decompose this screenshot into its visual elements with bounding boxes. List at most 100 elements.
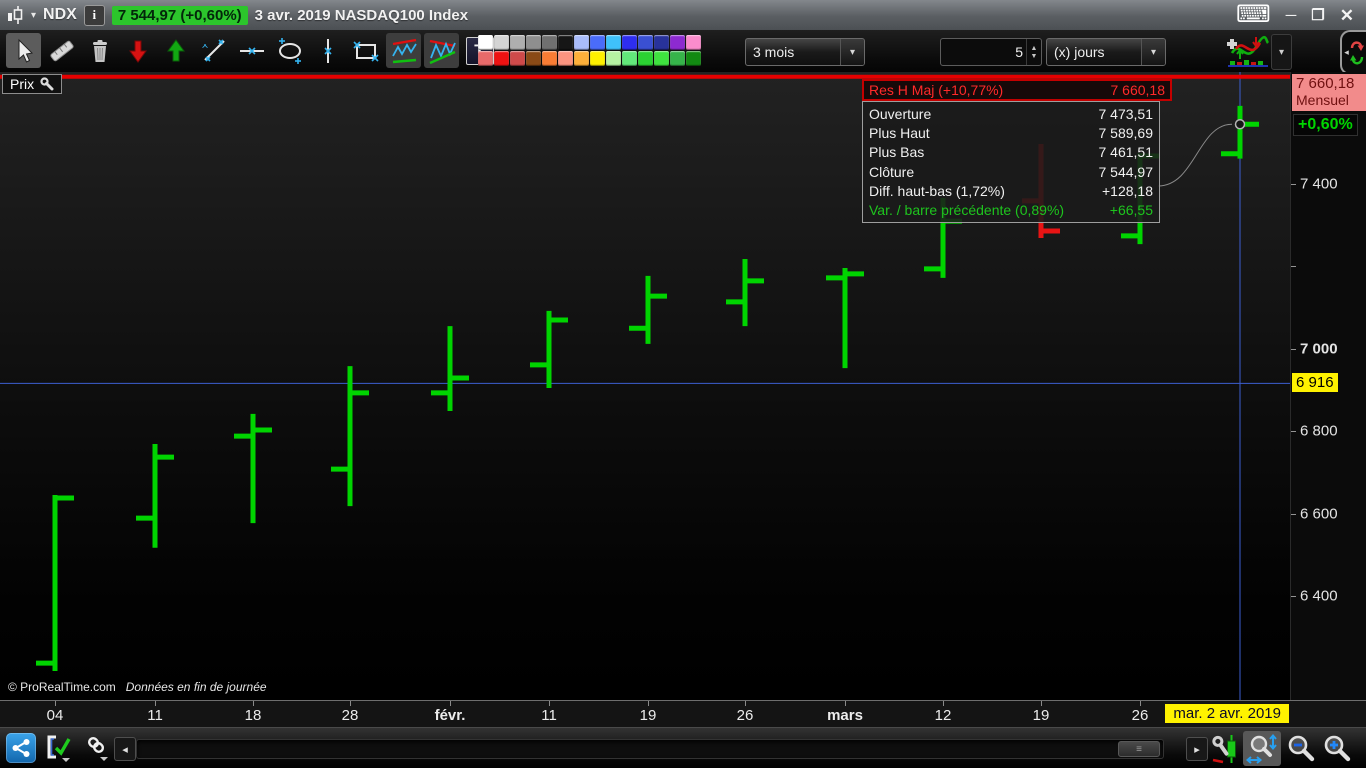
color-swatch[interactable] (606, 35, 621, 50)
vertical-line-tool-button[interactable] (310, 33, 345, 68)
tooltip-row-value: 7 589,69 (1098, 124, 1154, 141)
color-swatch[interactable] (494, 51, 509, 66)
candlestick-icon[interactable] (7, 5, 24, 25)
zoom-in-icon (1324, 735, 1350, 761)
color-swatch[interactable] (510, 35, 525, 50)
tooltip-row-label: Plus Bas (869, 144, 925, 161)
trendline-tool-button[interactable] (196, 33, 231, 68)
color-swatch[interactable] (558, 51, 573, 66)
spin-down-icon[interactable]: ▼ (1031, 53, 1038, 60)
restore-button[interactable]: ❐ (1311, 8, 1324, 23)
color-swatch[interactable] (622, 35, 637, 50)
color-swatch[interactable] (670, 35, 685, 50)
side-panel-toggle[interactable]: ◂ (1340, 30, 1366, 75)
time-axis-tick (350, 701, 351, 706)
indicator-waves-icon (1227, 35, 1270, 67)
time-axis-tick (549, 701, 550, 706)
fan-tool-button[interactable] (424, 33, 459, 68)
price-axis[interactable]: 7 660,18 Mensuel +0,60% 6 916 7 400 7 000… (1290, 72, 1366, 700)
spin-up-icon[interactable]: ▲ (1031, 45, 1038, 52)
fan-lines-icon (429, 39, 456, 64)
color-swatch[interactable] (686, 35, 701, 50)
color-swatch[interactable] (574, 51, 589, 66)
price-axis-label: 7 000 (1300, 340, 1338, 358)
share-button[interactable] (6, 733, 36, 763)
indicator-dropdown-caret[interactable]: ▾ (1271, 34, 1292, 70)
add-indicator-button[interactable] (1225, 34, 1271, 68)
time-axis-label: mars (827, 707, 863, 724)
bar-size-stepper[interactable]: ▲ ▼ (940, 38, 1042, 66)
color-swatch[interactable] (670, 51, 685, 66)
color-swatch[interactable] (590, 51, 605, 66)
rectangle-tool-button[interactable] (348, 33, 383, 68)
color-swatch[interactable] (686, 51, 701, 66)
color-palette (478, 35, 701, 66)
buy-arrow-tool-button[interactable] (158, 33, 193, 68)
drawing-toolbar: T 3 mois ▾ ▲ ▼ (x) jours ▾ (0, 30, 1366, 75)
bar-size-input[interactable] (941, 43, 1026, 61)
color-swatch[interactable] (478, 51, 493, 66)
color-swatch[interactable] (638, 35, 653, 50)
info-button[interactable]: i (83, 4, 105, 26)
price-axis-label: 6 600 (1300, 505, 1338, 523)
scroll-right-button[interactable]: ▸ (1186, 737, 1208, 761)
ruler-icon (49, 40, 74, 61)
scroll-left-button[interactable]: ◂ (114, 737, 136, 761)
time-axis-label: 28 (341, 707, 359, 724)
period-select-value: 3 mois (753, 44, 795, 60)
time-axis-tick (745, 701, 746, 706)
chart-properties-button[interactable] (1209, 732, 1241, 765)
select-tool-button[interactable] (6, 33, 41, 68)
period-select[interactable]: 3 mois ▾ (745, 38, 865, 66)
time-axis[interactable]: mar. 2 avr. 2019 04 11 18 28 févr. 11 19 26 mars… (0, 700, 1366, 728)
zoom-out-button[interactable] (1284, 732, 1317, 765)
ellipse-tool-button[interactable] (272, 33, 307, 68)
scrollbar-thumb[interactable]: ≡ (1118, 741, 1160, 757)
color-swatch[interactable] (638, 51, 653, 66)
link-icon (87, 736, 108, 761)
close-button[interactable]: ✕ (1340, 7, 1354, 24)
color-swatch[interactable] (558, 35, 573, 50)
sell-arrow-tool-button[interactable] (120, 33, 155, 68)
resistance-label-box[interactable]: Res H Maj (+10,77%) 7 660,18 (862, 79, 1172, 101)
color-swatch[interactable] (590, 35, 605, 50)
horizontal-line-icon (239, 46, 264, 55)
time-axis-label: 26 (736, 707, 754, 724)
delete-tool-button[interactable] (82, 33, 117, 68)
horizontal-scrollbar[interactable]: ≡ (136, 739, 1164, 759)
minimize-button[interactable]: ─ (1286, 8, 1297, 23)
color-swatch[interactable] (542, 35, 557, 50)
price-pane-label[interactable]: Prix (2, 74, 63, 94)
measure-tool-button[interactable] (44, 33, 79, 68)
zoom-selection-button[interactable] (1243, 731, 1281, 766)
color-swatch[interactable] (494, 35, 509, 50)
price-chart[interactable]: Prix Res H Maj (+10,77%) 7 660,18 Ouvert… (0, 72, 1290, 700)
zoom-in-button[interactable] (1320, 732, 1353, 765)
tooltip-pointer-curve (1157, 123, 1233, 187)
color-swatch[interactable] (606, 51, 621, 66)
time-axis-tick (845, 701, 846, 706)
color-swatch[interactable] (574, 35, 589, 50)
channel-tool-button[interactable] (386, 33, 421, 68)
symbol-dropdown-caret[interactable]: ▾ (31, 10, 36, 21)
channel-lines-icon (391, 38, 417, 63)
color-swatch[interactable] (622, 51, 637, 66)
color-swatch[interactable] (526, 35, 541, 50)
color-swatch[interactable] (526, 51, 541, 66)
link-button[interactable] (82, 733, 112, 763)
price-axis-tick (1291, 266, 1296, 268)
screenshot-button[interactable] (42, 733, 76, 763)
price-axis-label: 7 400 (1300, 175, 1338, 193)
keyboard-icon[interactable]: ⌨ (1236, 3, 1271, 27)
color-swatch[interactable] (510, 51, 525, 66)
price-pane-title: Prix (10, 76, 35, 92)
color-swatch[interactable] (542, 51, 557, 66)
bar-size-spinner[interactable]: ▲ ▼ (1026, 39, 1041, 65)
color-swatch[interactable] (654, 35, 669, 50)
unit-select-caret: ▾ (1141, 39, 1165, 65)
color-swatch[interactable] (654, 51, 669, 66)
horizontal-line-tool-button[interactable] (234, 33, 269, 68)
color-swatch[interactable] (478, 35, 493, 50)
unit-select[interactable]: (x) jours ▾ (1046, 38, 1166, 66)
bracket-check-icon (47, 735, 71, 762)
